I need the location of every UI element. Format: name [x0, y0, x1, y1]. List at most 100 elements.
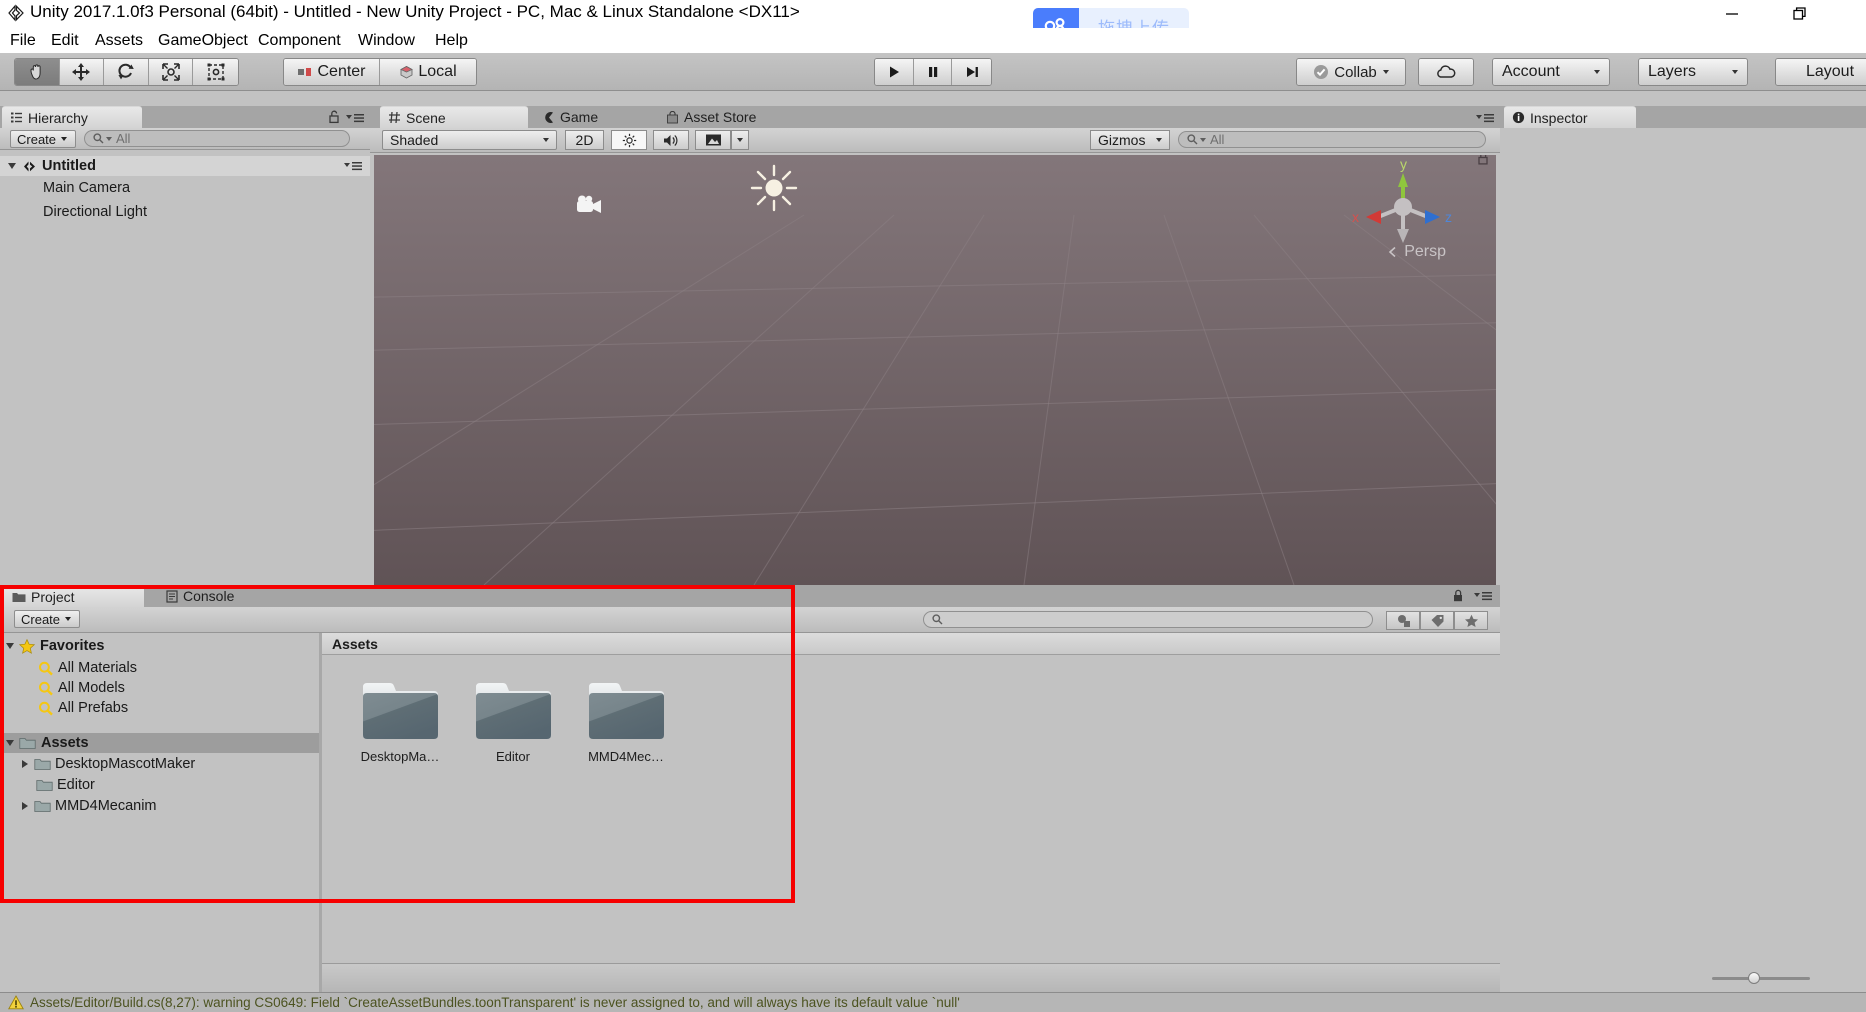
play-button[interactable] [875, 59, 914, 85]
menu-file[interactable]: File [10, 30, 36, 51]
chevron-right-icon[interactable] [22, 802, 28, 810]
project-create-button[interactable]: Create [14, 610, 80, 628]
tab-asset-store[interactable]: Asset Store [658, 106, 808, 128]
project-tree-all-prefabs[interactable]: All Prefabs [0, 698, 319, 718]
hierarchy-options-icon[interactable] [346, 111, 364, 129]
account-button[interactable]: Account [1493, 59, 1609, 85]
tab-scene[interactable]: Scene [380, 106, 528, 128]
zoom-slider-knob[interactable] [1748, 972, 1760, 984]
rect-tool-button[interactable] [193, 59, 238, 85]
asset-folder-label: MMD4Mec… [588, 749, 664, 764]
collab-button[interactable]: Collab [1297, 59, 1405, 85]
move-tool-button[interactable] [59, 59, 105, 85]
title-bar: Unity 2017.1.0f3 Personal (64bit) - Unti… [0, 0, 1866, 44]
zoom-slider-track[interactable] [1712, 977, 1810, 980]
asset-folder-label: Editor [496, 749, 530, 764]
project-tree-assets[interactable]: Assets [0, 733, 319, 753]
scene-options-icon[interactable] [344, 160, 362, 176]
pivot-mode-button[interactable]: Center [284, 59, 380, 85]
menu-window[interactable]: Window [358, 30, 415, 51]
project-tree-editor[interactable]: Editor [0, 775, 319, 795]
search-icon [93, 133, 104, 144]
hand-tool-button[interactable] [15, 59, 60, 85]
scene-lighting-toggle[interactable] [611, 130, 647, 150]
rotate-tool-button[interactable] [104, 59, 149, 85]
grid-icon [388, 111, 401, 124]
menu-assets[interactable]: Assets [95, 30, 143, 51]
favorite-filter-button[interactable] [1454, 611, 1488, 630]
move-icon [72, 63, 91, 81]
info-icon [1512, 111, 1525, 124]
inspector-panel [1500, 128, 1866, 992]
chevron-down-icon[interactable] [8, 163, 16, 169]
camera-projection-toggle[interactable]: Persp [1387, 243, 1446, 261]
menu-edit[interactable]: Edit [51, 30, 79, 51]
layout-button[interactable]: Layout [1776, 59, 1866, 85]
layers-button[interactable]: Layers [1639, 59, 1747, 85]
project-search-input[interactable] [923, 611, 1373, 628]
project-tree-desktopmascotmaker[interactable]: DesktopMascotMaker [0, 754, 319, 774]
chevron-right-icon[interactable] [22, 760, 28, 768]
project-options-icon[interactable] [1474, 590, 1492, 602]
project-tree-all-materials[interactable]: All Materials [0, 658, 319, 678]
hierarchy-lock-icon[interactable] [328, 110, 340, 129]
pivot-rotation-button[interactable]: Local [380, 59, 476, 85]
project-lock-icon[interactable] [1452, 589, 1464, 603]
scene-effects-dropdown[interactable] [731, 130, 749, 150]
asset-folder-mmd4mecanim[interactable]: MMD4Mec… [578, 677, 674, 764]
camera-projection-label: Persp [1404, 243, 1446, 260]
hierarchy-item-main-camera[interactable]: Main Camera [0, 178, 370, 198]
menu-gameobject[interactable]: GameObject [158, 30, 248, 51]
hierarchy-search-input[interactable]: All [84, 130, 350, 147]
tab-inspector-label: Inspector [1530, 109, 1588, 126]
project-tree-all-models[interactable]: All Models [0, 678, 319, 698]
project-tree-mmd4mecanim[interactable]: MMD4Mecanim [0, 796, 319, 816]
project-tabstrip: Project Console [0, 585, 1500, 607]
asset-folder-desktopmascotmaker[interactable]: DesktopMa… [352, 677, 448, 764]
hierarchy-item-directional-light[interactable]: Directional Light [0, 202, 370, 222]
draw-mode-dropdown[interactable]: Shaded [382, 130, 557, 150]
directional-light-gizmo[interactable] [746, 160, 802, 216]
pause-button[interactable] [913, 59, 953, 85]
menu-help[interactable]: Help [435, 30, 468, 51]
menu-component[interactable]: Component [258, 30, 341, 51]
tab-project[interactable]: Project [4, 585, 144, 607]
status-bar[interactable]: Assets/Editor/Build.cs(8,27): warning CS… [0, 992, 1866, 1012]
scene-viewport[interactable]: y x z Persp [374, 155, 1496, 585]
main-camera-gizmo[interactable] [574, 193, 606, 219]
restore-button[interactable] [1777, 0, 1823, 28]
hierarchy-create-button[interactable]: Create [10, 130, 76, 148]
hierarchy-search-value: All [116, 131, 131, 146]
store-icon [666, 110, 679, 124]
chevron-down-icon[interactable] [6, 740, 14, 746]
chevron-down-icon [543, 138, 549, 142]
folder-icon [476, 683, 551, 739]
project-create-label: Create [21, 611, 61, 627]
project-tree-favorites[interactable]: Favorites [0, 636, 319, 656]
minimize-button[interactable] [1709, 0, 1755, 28]
scene-grid [374, 155, 1496, 585]
scene-effects-toggle[interactable] [695, 130, 731, 150]
tab-game-label: Game [560, 109, 599, 125]
toggle-2d-button[interactable]: 2D [565, 130, 604, 150]
cloud-button[interactable] [1419, 59, 1473, 85]
chevron-down-icon [737, 138, 743, 142]
filter-by-label-button[interactable] [1420, 611, 1454, 630]
hierarchy-item-label: Main Camera [43, 180, 131, 196]
step-button[interactable] [952, 59, 991, 85]
tab-hierarchy[interactable]: Hierarchy [2, 106, 142, 128]
scale-tool-button[interactable] [148, 59, 194, 85]
asset-folder-editor[interactable]: Editor [465, 677, 561, 764]
chevron-down-icon[interactable] [6, 643, 14, 649]
scene-lock-icon[interactable] [1477, 155, 1489, 171]
tab-inspector[interactable]: Inspector [1504, 106, 1636, 128]
tab-console[interactable]: Console [158, 585, 278, 607]
hierarchy-scene-root[interactable]: Untitled [0, 156, 370, 176]
tab-game[interactable]: Game [534, 106, 644, 128]
scene-options-menu-icon[interactable] [1476, 111, 1494, 129]
collab-check-icon [1314, 65, 1329, 79]
filter-by-type-button[interactable] [1386, 611, 1420, 630]
gizmo-search-input[interactable]: All [1178, 131, 1486, 148]
scene-audio-toggle[interactable] [653, 130, 689, 150]
gizmos-dropdown[interactable]: Gizmos [1090, 130, 1170, 150]
